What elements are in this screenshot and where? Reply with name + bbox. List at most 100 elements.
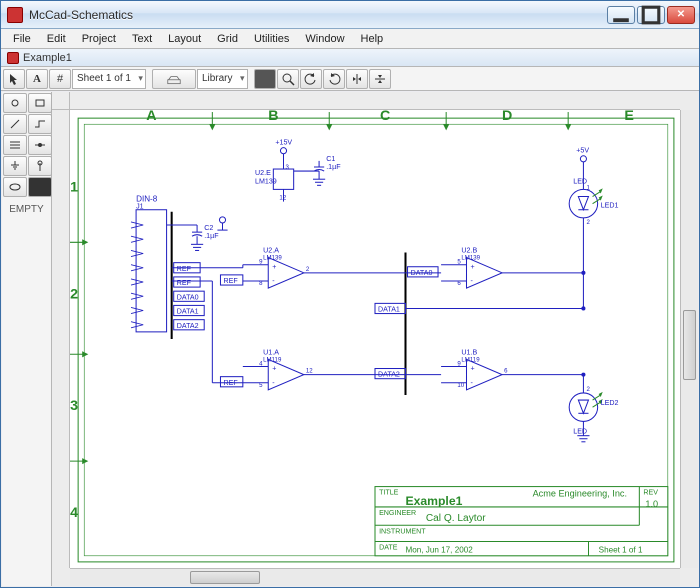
snap-tool[interactable]: # xyxy=(49,69,71,89)
svg-text:2: 2 xyxy=(306,266,310,273)
svg-text:6: 6 xyxy=(504,368,508,375)
svg-text:.1µF: .1µF xyxy=(204,232,219,240)
power-5v[interactable]: +5V xyxy=(576,147,589,182)
svg-text:+: + xyxy=(471,365,475,373)
col-label: C xyxy=(380,110,390,124)
sheet-selector[interactable]: Sheet 1 of 1 xyxy=(72,69,146,89)
svg-text:-: - xyxy=(471,277,474,285)
svg-text:U2.A: U2.A xyxy=(263,246,279,254)
menu-window[interactable]: Window xyxy=(297,31,352,47)
svg-text:Acme Engineering, Inc.: Acme Engineering, Inc. xyxy=(533,489,627,499)
svg-text:LM139: LM139 xyxy=(263,255,282,262)
vertical-scrollbar[interactable] xyxy=(680,110,698,568)
power-15v[interactable]: +15V xyxy=(275,139,292,169)
svg-text:1.0: 1.0 xyxy=(645,499,658,509)
menu-utilities[interactable]: Utilities xyxy=(246,31,297,47)
component-led2[interactable]: LED2 LED 2 xyxy=(569,375,618,442)
text-tool[interactable]: A xyxy=(26,69,48,89)
horizontal-scrollbar[interactable] xyxy=(70,568,680,586)
svg-text:8: 8 xyxy=(259,280,263,287)
svg-text:DATE: DATE xyxy=(379,544,398,552)
svg-text:LM119: LM119 xyxy=(263,356,282,363)
menu-layout[interactable]: Layout xyxy=(160,31,209,47)
scrollbar-thumb[interactable] xyxy=(683,310,696,380)
title-block: TITLE Example1 Acme Engineering, Inc. RE… xyxy=(375,487,668,556)
menu-file[interactable]: File xyxy=(5,31,39,47)
svg-text:1: 1 xyxy=(586,184,590,191)
tool-palette xyxy=(2,92,51,198)
minimize-button[interactable] xyxy=(607,6,635,24)
schematic-sheet[interactable]: A B C D E 1 2 xyxy=(70,110,680,568)
rotate-left-tool[interactable] xyxy=(300,69,322,89)
ruler-corner xyxy=(680,568,698,586)
svg-text:.1µF: .1µF xyxy=(326,163,341,171)
menubar: File Edit Project Text Layout Grid Utili… xyxy=(1,29,699,49)
menu-project[interactable]: Project xyxy=(74,31,124,47)
col-tick xyxy=(565,112,571,130)
row-tick xyxy=(70,239,88,245)
menu-edit[interactable]: Edit xyxy=(39,31,74,47)
bus-tool-icon[interactable] xyxy=(3,135,27,155)
svg-text:LED: LED xyxy=(573,177,587,185)
rotate-right-tool[interactable] xyxy=(323,69,345,89)
svg-text:-: - xyxy=(272,277,275,285)
canvas[interactable]: A B C D E 1 2 xyxy=(52,92,698,586)
component-din8[interactable]: DIN-8 J1 xyxy=(131,195,167,332)
palette-empty-label: EMPTY xyxy=(2,204,51,215)
document-icon xyxy=(7,52,19,64)
wire-tool-icon[interactable] xyxy=(28,114,52,134)
ruler-vertical xyxy=(52,110,70,568)
power-tool-icon[interactable] xyxy=(28,156,52,176)
svg-text:INSTRUMENT: INSTRUMENT xyxy=(379,527,426,535)
library-selector[interactable]: Library xyxy=(197,69,248,89)
pointer-tool[interactable] xyxy=(3,69,25,89)
svg-text:3: 3 xyxy=(286,164,290,171)
scrollbar-thumb[interactable] xyxy=(190,571,260,584)
svg-text:TITLE: TITLE xyxy=(379,489,399,497)
col-tick xyxy=(443,112,449,130)
grid-dark-tool[interactable] xyxy=(254,69,276,89)
line-tool-icon[interactable] xyxy=(3,114,27,134)
flip-h-tool[interactable] xyxy=(346,69,368,89)
menu-help[interactable]: Help xyxy=(353,31,392,47)
svg-text:DATA1: DATA1 xyxy=(378,306,400,314)
component-tool-icon[interactable] xyxy=(3,177,27,197)
svg-text:DATA2: DATA2 xyxy=(378,371,400,379)
svg-text:2: 2 xyxy=(586,219,590,226)
svg-text:REV: REV xyxy=(643,489,658,497)
row-label: 1 xyxy=(70,179,78,195)
component-u2a[interactable]: + - U2.A LM139 9 8 2 xyxy=(243,246,406,288)
flip-v-tool[interactable] xyxy=(369,69,391,89)
svg-text:C2: C2 xyxy=(204,224,213,232)
library-button[interactable] xyxy=(152,69,196,89)
component-u1b[interactable]: + - U1.B LM119 9 10 6 xyxy=(441,348,583,390)
col-label: E xyxy=(624,110,633,124)
ground-tool-icon[interactable] xyxy=(3,156,27,176)
svg-text:Cal Q. Laytor: Cal Q. Laytor xyxy=(426,513,486,524)
svg-text:LM139: LM139 xyxy=(461,255,480,262)
col-tick xyxy=(326,112,332,130)
fill-tool-icon[interactable] xyxy=(28,177,52,197)
maximize-button[interactable] xyxy=(637,6,665,24)
component-c2[interactable]: C2 .1µF xyxy=(167,224,220,250)
net-tool-icon[interactable] xyxy=(28,135,52,155)
svg-text:ENGINEER: ENGINEER xyxy=(379,509,416,517)
app-title: McCad-Schematics xyxy=(29,8,607,22)
zoom-tool[interactable] xyxy=(277,69,299,89)
menu-grid[interactable]: Grid xyxy=(209,31,246,47)
select-tool-icon[interactable] xyxy=(3,93,27,113)
app-window: McCad-Schematics ✕ File Edit Project Tex… xyxy=(0,0,700,588)
component-led1[interactable]: LED LED1 1 2 xyxy=(569,177,618,308)
component-c1[interactable]: C1 .1µF xyxy=(294,155,342,185)
svg-text:+: + xyxy=(272,263,276,271)
component-u2b[interactable]: + - U2.B LM139 5 6 xyxy=(441,246,583,288)
svg-text:+: + xyxy=(272,365,276,373)
component-u1a[interactable]: + - U1.A LM119 4 5 12 xyxy=(243,348,406,390)
document-titlebar: Example1 xyxy=(1,49,699,67)
rect-tool-icon[interactable] xyxy=(28,93,52,113)
svg-text:J1: J1 xyxy=(136,203,144,211)
close-button[interactable]: ✕ xyxy=(667,6,695,24)
menu-text[interactable]: Text xyxy=(124,31,160,47)
svg-text:-: - xyxy=(471,379,474,387)
component-u2e[interactable]: U2.E LM139 3 12 xyxy=(255,164,294,202)
